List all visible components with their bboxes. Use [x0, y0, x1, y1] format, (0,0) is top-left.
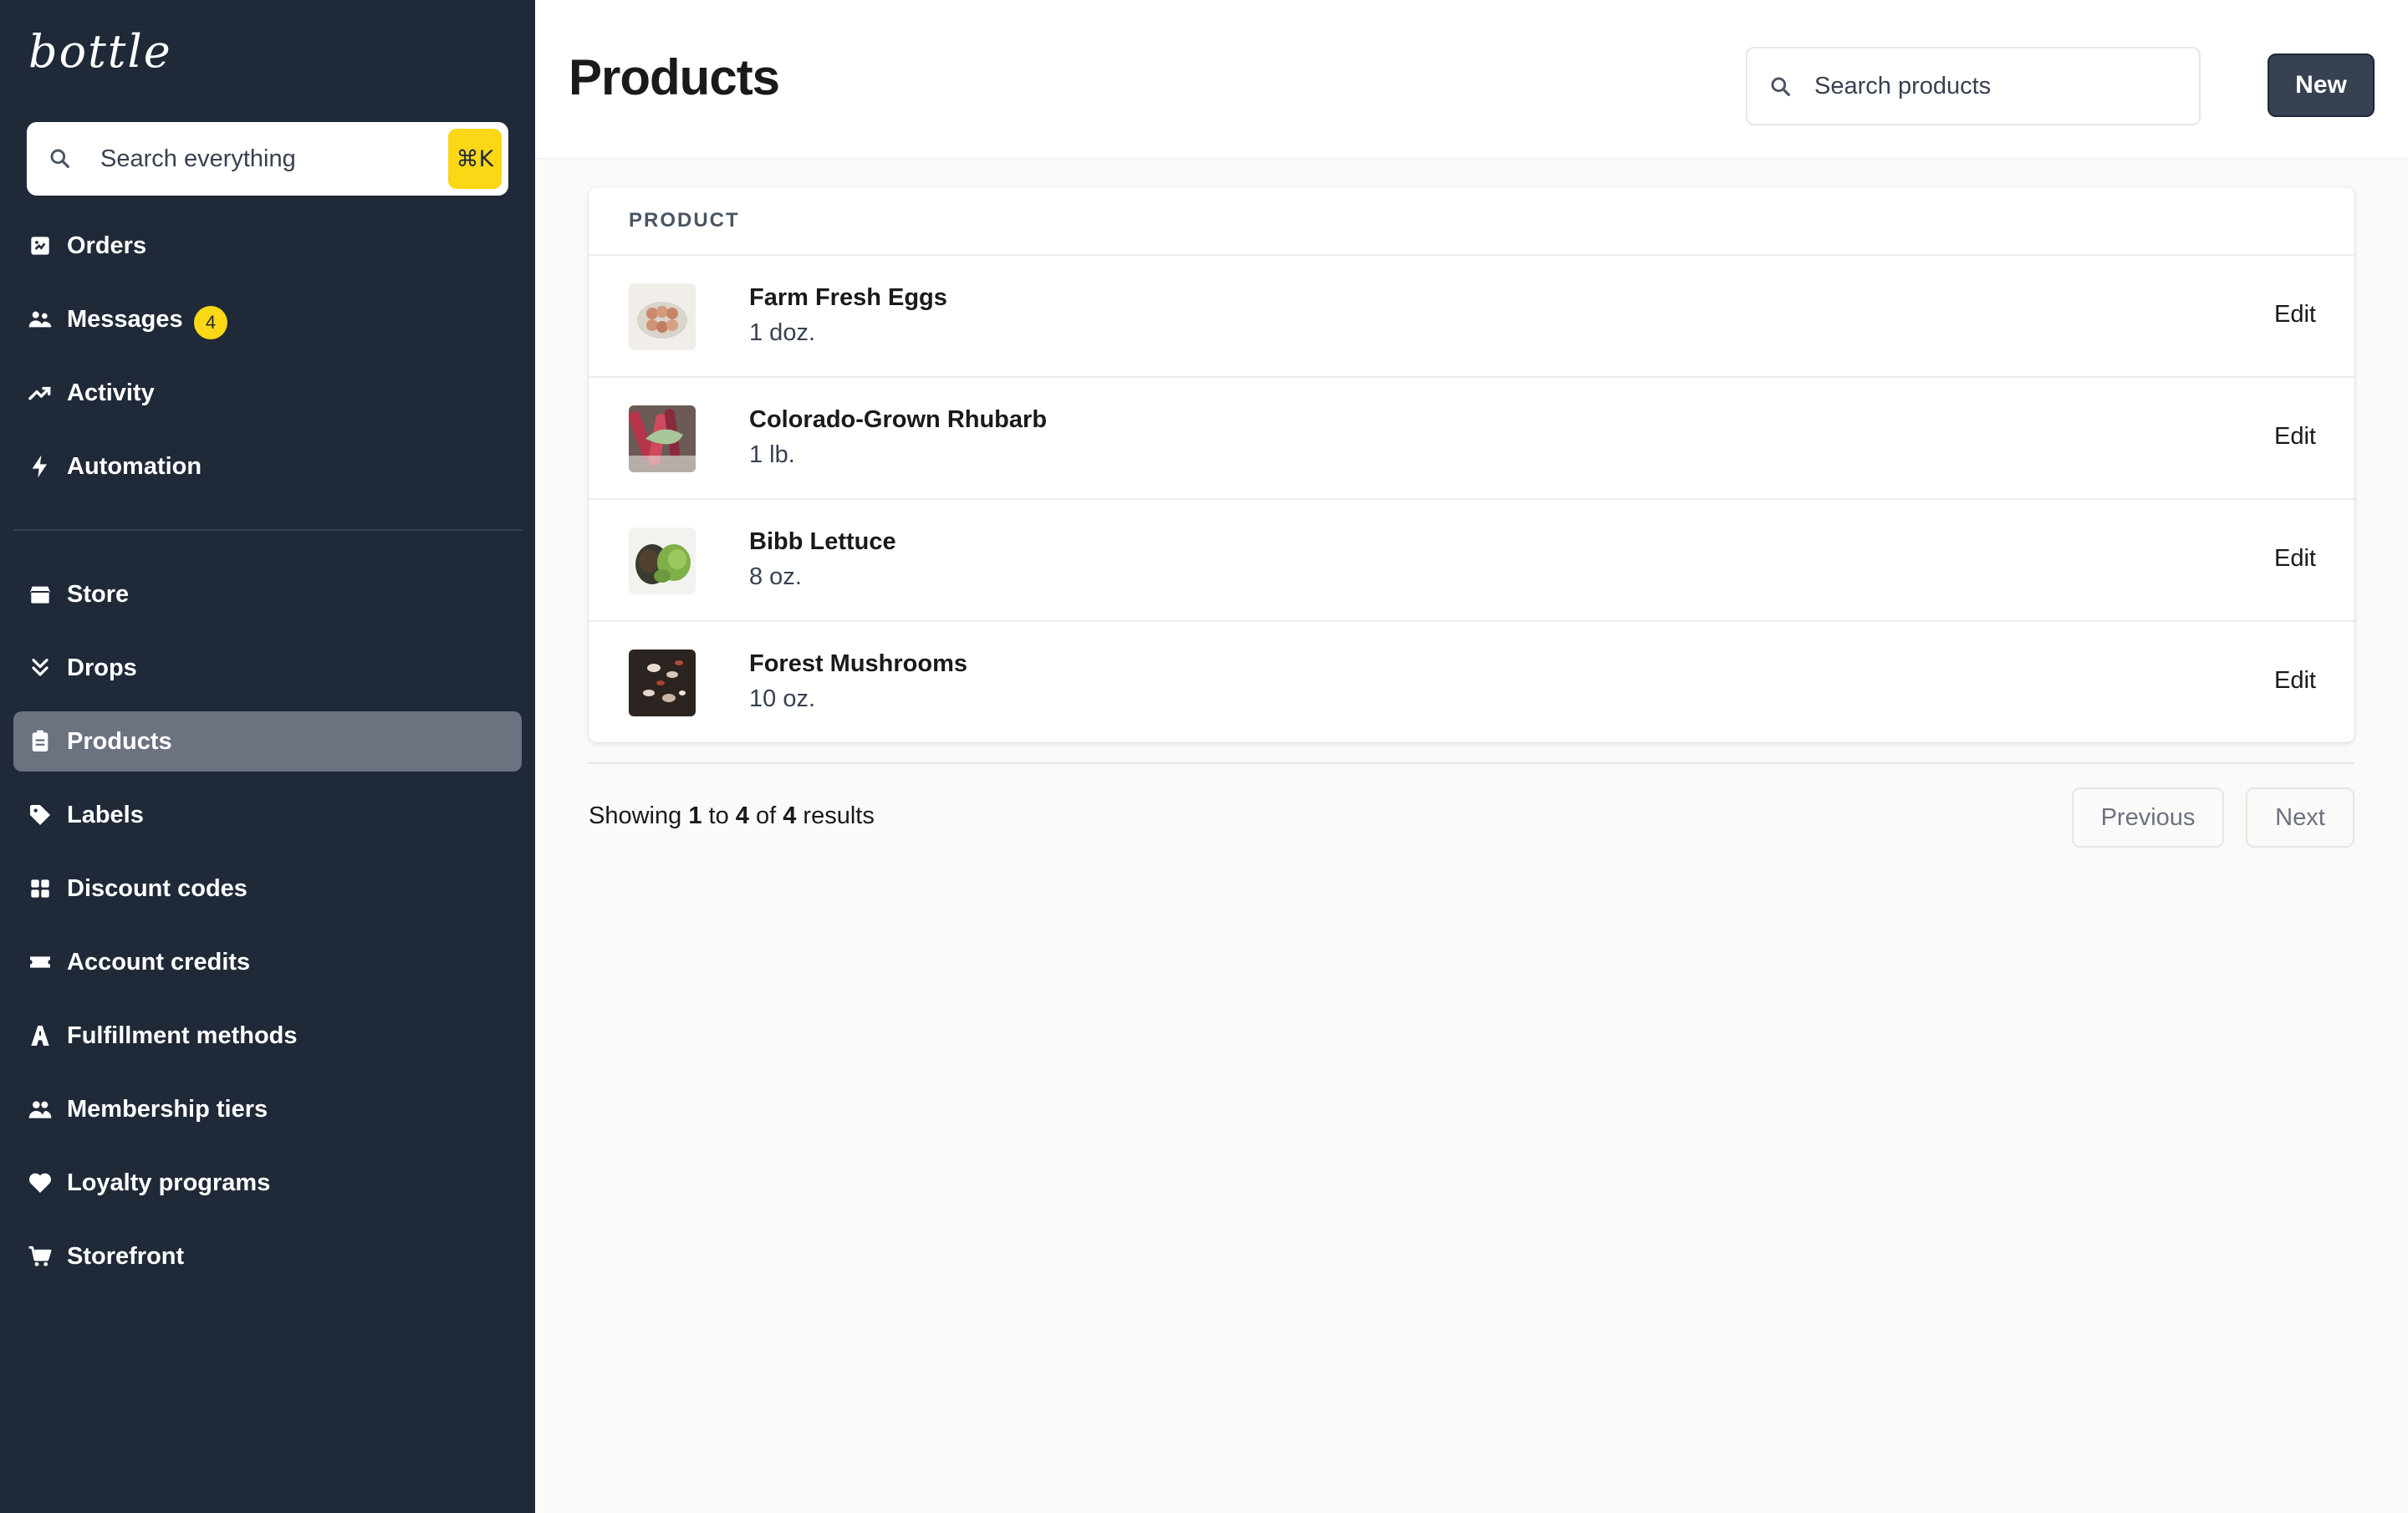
ticket-icon [30, 956, 50, 968]
sidebar-item-fulfillment-methods[interactable]: Fulfillment methods [13, 1006, 522, 1066]
edit-product-link[interactable]: Edit [2274, 667, 2316, 695]
search-icon [1771, 77, 1790, 96]
sidebar-divider [13, 529, 522, 531]
products-table: PRODUCT Farm Fresh Eggs 1 doz. Edit Colo… [589, 187, 2354, 742]
sidebar: bottle Search everything ⌘K Orders Messa… [0, 0, 535, 1513]
table-row: Farm Fresh Eggs 1 doz. Edit [589, 256, 2354, 378]
product-name: Forest Mushrooms [749, 650, 968, 677]
product-thumbnail-lettuce [629, 527, 696, 594]
sidebar-item-messages[interactable]: Messages 4 [13, 289, 522, 349]
sidebar-item-drops[interactable]: Drops [13, 638, 522, 698]
sidebar-item-label: Orders [67, 232, 147, 259]
grid-icon [31, 879, 49, 898]
edit-product-link[interactable]: Edit [2274, 301, 2316, 329]
keyboard-shortcut-badge: ⌘K [448, 129, 502, 189]
product-search-input[interactable] [1814, 48, 2182, 124]
store-icon [30, 586, 50, 604]
results-from: 1 [688, 802, 702, 829]
tag-icon [30, 805, 50, 825]
page-title: Products [569, 49, 780, 105]
messages-count-badge: 4 [194, 306, 227, 339]
table-row: Forest Mushrooms 10 oz. Edit [589, 622, 2354, 742]
sidebar-item-label: Storefront [67, 1243, 185, 1270]
results-to-word: to [708, 802, 729, 829]
next-page-button[interactable]: Next [2246, 787, 2354, 848]
heart-icon [28, 1173, 52, 1193]
orders-icon [31, 237, 49, 255]
lightning-icon [32, 455, 47, 478]
people-icon [28, 311, 52, 328]
new-product-button[interactable]: New [2268, 53, 2375, 117]
product-thumbnail-eggs [629, 283, 696, 350]
product-thumbnail-rhubarb [629, 405, 696, 472]
clipboard-icon [32, 730, 48, 751]
cart-icon [28, 1246, 52, 1266]
sidebar-item-label: Discount codes [67, 875, 247, 902]
sidebar-item-store[interactable]: Store [13, 564, 522, 624]
product-size: 1 doz. [749, 319, 815, 346]
sidebar-item-label: Store [67, 581, 130, 608]
sidebar-item-label: Fulfillment methods [67, 1022, 298, 1049]
double-chevron-down-icon [32, 659, 48, 676]
road-icon [31, 1026, 49, 1046]
sidebar-item-label: Labels [67, 802, 144, 828]
sidebar-item-activity[interactable]: Activity [13, 363, 522, 423]
results-of-word: of [755, 802, 777, 829]
sidebar-item-automation[interactable]: Automation [13, 436, 522, 497]
table-row: Colorado-Grown Rhubarb 1 lb. Edit [589, 378, 2354, 500]
sidebar-item-account-credits[interactable]: Account credits [13, 932, 522, 992]
product-thumbnail-mushrooms [629, 650, 696, 716]
trending-up-icon [28, 386, 51, 400]
search-icon [50, 149, 69, 168]
sidebar-item-label: Account credits [67, 949, 251, 976]
product-name: Bibb Lettuce [749, 528, 896, 555]
page-header: Products New [535, 0, 2408, 159]
sidebar-item-membership-tiers[interactable]: Membership tiers [13, 1079, 522, 1139]
pagination-divider [589, 762, 2354, 764]
product-name: Farm Fresh Eggs [749, 284, 947, 311]
column-header-product: PRODUCT [629, 209, 740, 232]
results-prefix: Showing [589, 802, 682, 829]
global-search-placeholder: Search everything [100, 145, 296, 172]
table-row: Bibb Lettuce 8 oz. Edit [589, 500, 2354, 622]
sidebar-item-label: Activity [67, 380, 155, 406]
sidebar-item-label: Products [67, 728, 172, 755]
edit-product-link[interactable]: Edit [2274, 423, 2316, 451]
results-summary: Showing 1 to 4 of 4 results [589, 802, 875, 830]
product-size: 1 lb. [749, 441, 795, 468]
results-total: 4 [783, 802, 797, 829]
sidebar-item-labels[interactable]: Labels [13, 785, 522, 845]
product-size: 10 oz. [749, 685, 815, 712]
product-size: 8 oz. [749, 563, 802, 590]
sidebar-item-label: Automation [67, 453, 202, 480]
product-name: Colorado-Grown Rhubarb [749, 406, 1048, 433]
edit-product-link[interactable]: Edit [2274, 545, 2316, 573]
sidebar-item-label: Messages [67, 306, 183, 333]
global-search[interactable]: Search everything ⌘K [27, 122, 508, 196]
previous-page-button[interactable]: Previous [2072, 787, 2224, 848]
sidebar-item-label: Drops [67, 655, 137, 681]
sidebar-item-label: Loyalty programs [67, 1169, 271, 1196]
sidebar-item-discount-codes[interactable]: Discount codes [13, 858, 522, 919]
results-to: 4 [735, 802, 749, 829]
sidebar-item-storefront[interactable]: Storefront [13, 1226, 522, 1286]
sidebar-item-orders[interactable]: Orders [13, 216, 522, 276]
results-suffix: results [803, 802, 875, 829]
product-search[interactable] [1746, 47, 2201, 125]
users-icon [28, 1101, 52, 1118]
sidebar-item-loyalty-programs[interactable]: Loyalty programs [13, 1153, 522, 1213]
app-logo[interactable]: bottle [28, 25, 172, 78]
sidebar-item-products[interactable]: Products [13, 711, 522, 772]
sidebar-item-label: Membership tiers [67, 1096, 268, 1123]
